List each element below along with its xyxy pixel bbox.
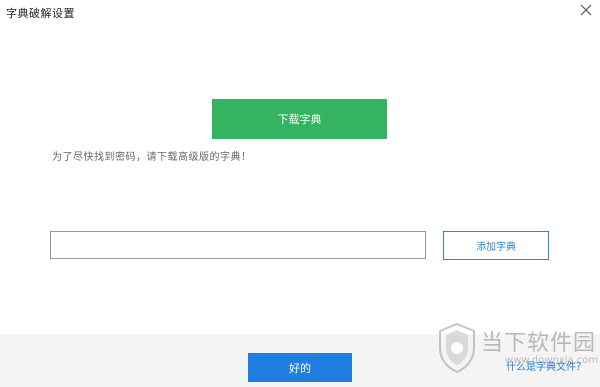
watermark-brand: 当下软件园 xyxy=(481,331,597,356)
dictionary-path-input[interactable] xyxy=(50,231,426,259)
add-dictionary-button[interactable]: 添加字典 xyxy=(443,231,549,260)
close-icon[interactable] xyxy=(578,2,594,18)
window-title: 字典破解设置 xyxy=(6,7,75,20)
download-dictionary-button[interactable]: 下载字典 xyxy=(212,99,387,139)
what-is-dictionary-link[interactable]: 什么是字典文件？ xyxy=(506,358,586,373)
ok-button[interactable]: 好的 xyxy=(248,353,352,382)
shield-logo-icon xyxy=(439,322,475,374)
hint-text: 为了尽快找到密码，请下载高级版的字典！ xyxy=(52,152,252,163)
title-bar: 字典破解设置 xyxy=(0,0,600,26)
